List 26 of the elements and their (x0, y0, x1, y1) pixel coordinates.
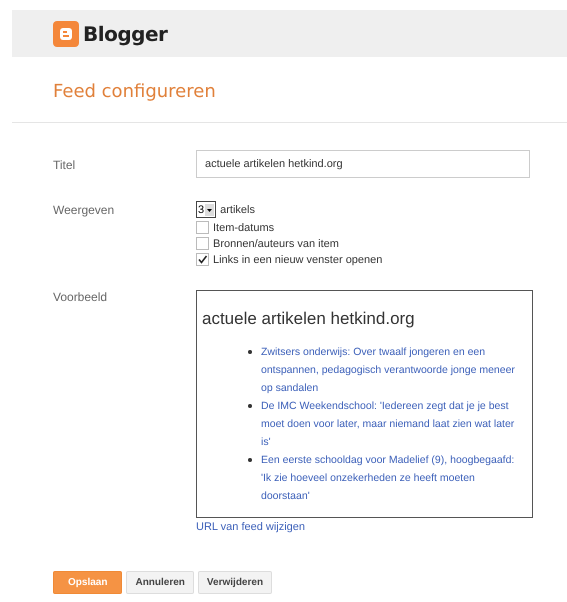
article-link[interactable]: Een eerste schooldag voor Madelief (9), hoogbegaafd: 'Ik zie hoeveel onzekerheden ze heeft moeten doorstaan' (261, 451, 523, 505)
action-button[interactable]: Annuleren (126, 571, 194, 594)
preview-title: actuele artikelen hetkind.org (202, 309, 416, 329)
field-label: Voorbeeld (53, 290, 108, 306)
bullet-icon (248, 458, 252, 462)
option-label: Bronnen/auteurs van item (213, 238, 339, 250)
field-label: Titel (53, 157, 76, 174)
bullet-icon (248, 350, 252, 354)
option-label: Links in een nieuw venster openen (213, 254, 382, 266)
blogger-logo-icon (53, 20, 79, 46)
field-label: Weergeven (53, 202, 116, 219)
action-button[interactable]: Verwijderen (198, 571, 272, 594)
article-link[interactable]: De IMC Weekendschool: 'Iedereen zegt dat je je best moet doen voor later, maar niemand laat zien wat later is' (261, 397, 523, 451)
article-link[interactable]: Zwitsers onderwijs: Over twaalf jongeren en een ontspannen, pedagogisch verantwoorde jonge meneer op sandalen (261, 343, 523, 397)
caret-icon (205, 204, 214, 216)
checkbox[interactable] (196, 253, 209, 266)
bullet-icon (248, 404, 252, 408)
checkbox[interactable] (196, 237, 209, 250)
option-label: Item-datums (213, 222, 274, 234)
count-suffix: artikels (220, 204, 255, 216)
change-url-link[interactable]: URL van feed wijzigen (196, 521, 533, 533)
count-dropdown[interactable]: 3 (196, 201, 216, 218)
title-input[interactable]: actuele artikelen hetkind.org (196, 150, 530, 178)
page-heading: Feed configureren (53, 81, 217, 102)
brand-name: Blogger (83, 22, 168, 46)
checkbox[interactable] (196, 221, 209, 234)
